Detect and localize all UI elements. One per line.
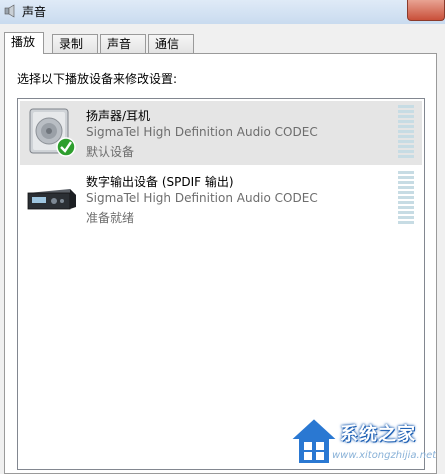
device-status: 默认设备 [86, 145, 135, 159]
tab-label: 录制 [59, 37, 84, 51]
site-watermark: 系统之家 www.xitongzhijia.net [282, 410, 445, 474]
dialog-client-area: 播放 录制 声音 通信 选择以下播放设备来修改设置: 扬声器/耳机 SigmaT… [0, 24, 445, 474]
tab-communications[interactable]: 通信 [148, 34, 194, 53]
tab-sounds[interactable]: 声音 [100, 34, 146, 53]
tab-label: 通信 [155, 37, 180, 51]
watermark-text: 系统之家 [340, 424, 416, 445]
close-button[interactable] [407, 0, 445, 21]
tab-label: 声音 [107, 37, 132, 51]
device-name: 数字输出设备 (SPDIF 输出) [86, 175, 234, 189]
device-driver: SigmaTel High Definition Audio CODEC [86, 191, 318, 205]
speaker-icon [29, 108, 76, 157]
speaker-app-icon [4, 4, 15, 18]
device-status: 准备就绪 [86, 211, 135, 225]
tab-playback[interactable]: 播放 [4, 32, 44, 54]
house-logo-icon [287, 416, 341, 465]
tab-label: 播放 [11, 35, 36, 49]
title-bar[interactable]: 声音 [0, 0, 445, 24]
volume-level-meter [398, 171, 414, 227]
device-driver: SigmaTel High Definition Audio CODEC [86, 125, 318, 139]
device-item-speakers[interactable]: 扬声器/耳机 SigmaTel High Definition Audio CO… [20, 101, 422, 165]
digital-output-icon [27, 189, 76, 210]
instruction-label: 选择以下播放设备来修改设置: [17, 72, 178, 86]
device-item-digital-output[interactable]: 数字输出设备 (SPDIF 输出) SigmaTel High Definiti… [20, 167, 422, 231]
watermark-url: www.xitongzhijia.net [332, 450, 437, 461]
window-title: 声音 [22, 5, 47, 19]
tab-recording[interactable]: 录制 [52, 34, 98, 53]
default-check-icon [56, 137, 76, 157]
volume-level-meter [398, 105, 414, 161]
device-name: 扬声器/耳机 [86, 109, 151, 123]
